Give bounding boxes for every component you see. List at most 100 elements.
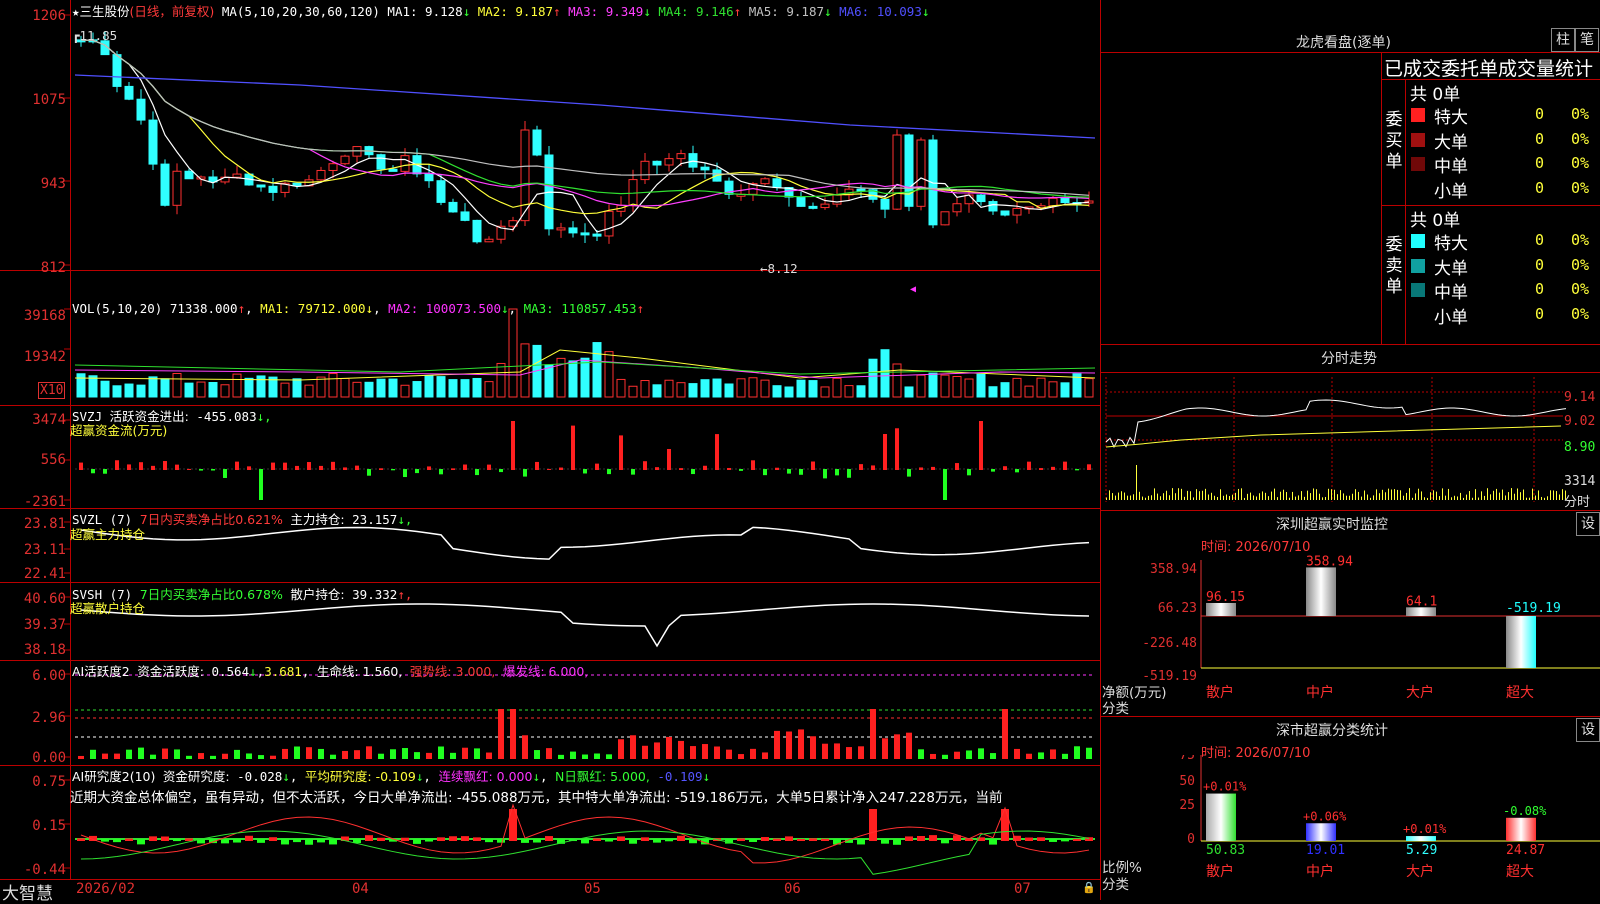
intraday-vol-bar	[1109, 490, 1110, 500]
intraday-tick: 9.02	[1564, 414, 1596, 429]
svsh-tick: 39.37	[23, 617, 66, 633]
volume-bar	[352, 381, 362, 398]
candle-body	[1060, 197, 1070, 204]
intraday-vol-bar	[1442, 488, 1443, 500]
volume-bar	[508, 308, 518, 398]
activity-bar	[150, 754, 156, 759]
intraday-vol-bar	[1295, 496, 1296, 500]
activity-bar	[522, 735, 528, 759]
volume-bar	[76, 373, 86, 398]
intraday-vol-bar	[1190, 491, 1191, 500]
candle-body	[436, 180, 446, 203]
ma-value: MA4: 9.146	[658, 4, 734, 19]
flow-bar	[259, 469, 263, 500]
intraday-vol-bar	[1394, 489, 1395, 500]
activity-bar	[366, 746, 372, 759]
activity-bar	[582, 754, 588, 759]
candle-body	[532, 129, 542, 156]
volume-bar	[112, 385, 122, 398]
svsh-line	[80, 603, 1090, 648]
flow-bar	[427, 466, 431, 470]
activity-bar	[462, 747, 468, 759]
volume-bar	[1036, 377, 1046, 398]
monitor-category: 中户	[1306, 684, 1334, 701]
intraday-vol-bar	[1418, 488, 1419, 500]
monitor-settings-button[interactable]: 设	[1576, 512, 1600, 536]
monitor-tick: 358.94	[1150, 562, 1197, 577]
ma-line	[80, 39, 1090, 198]
intraday-vol-bar	[1466, 494, 1467, 500]
flow-bar	[223, 469, 227, 478]
activity-bar	[942, 754, 948, 759]
sell-total: 共 0单	[1410, 211, 1461, 231]
intraday-vol-bar	[1151, 495, 1152, 500]
volume-bar	[400, 384, 410, 398]
research-bar	[677, 835, 685, 841]
intraday-vol-bar	[1181, 488, 1182, 500]
candle-body	[916, 139, 926, 207]
candle-body	[820, 203, 830, 209]
svzl-tick: 23.81	[23, 516, 66, 532]
high-price-label: ┏11.85	[72, 28, 118, 43]
ma-value: MA3: 9.349	[568, 4, 644, 19]
activity-bar	[426, 752, 432, 759]
classify-category: 中户	[1306, 863, 1334, 880]
intraday-vol-bar	[1289, 497, 1290, 500]
volume-bar	[868, 358, 878, 398]
candle-body	[940, 211, 950, 226]
candle-body	[808, 205, 818, 209]
candle-body	[424, 173, 434, 182]
intraday-vol-bar	[1355, 489, 1356, 500]
research-bar	[281, 839, 289, 845]
flow-bar	[163, 461, 167, 470]
research-bar	[893, 839, 901, 845]
candle-body	[160, 163, 170, 206]
volume-bar	[688, 383, 698, 398]
flow-bar	[187, 468, 191, 470]
research-bar	[377, 837, 385, 841]
classify-settings-button[interactable]: 设	[1576, 718, 1600, 742]
intraday-vol-bar	[1304, 496, 1305, 500]
ma-value: MA1: 9.128	[387, 4, 463, 19]
ma-line	[80, 39, 1090, 207]
flow-bar	[79, 462, 83, 470]
vol-tick: 39168	[23, 308, 66, 324]
buy-total: 共 0单	[1410, 85, 1461, 105]
monitor-bar-value: -519.19	[1506, 601, 1561, 616]
candle-body	[340, 155, 350, 165]
lock-icon[interactable]: 🔒	[1082, 881, 1096, 894]
activity-bar	[570, 751, 576, 759]
chart-mode[interactable]: (日线，前复权)	[130, 4, 215, 19]
research-bar	[533, 839, 541, 843]
research-bar	[545, 836, 553, 841]
dragon-header: 已成交委托单成交量统计	[1384, 58, 1594, 80]
intraday-vol-bar	[1511, 488, 1512, 500]
activity-bar	[1038, 752, 1044, 759]
candle-body	[904, 134, 914, 207]
intraday-vol-bar	[1406, 492, 1407, 500]
order-count: 0	[1535, 178, 1545, 197]
research-bar	[737, 838, 745, 841]
activity-bar	[822, 743, 828, 759]
order-count: 0	[1535, 105, 1545, 123]
intraday-vol-bar	[1187, 490, 1188, 500]
intraday-vol-bar	[1487, 488, 1488, 500]
order-type: 特大	[1434, 234, 1468, 254]
activity-bar	[414, 752, 420, 759]
ma-arrow: ↓	[921, 4, 930, 19]
tick-view-button[interactable]: 笔	[1575, 28, 1599, 52]
volume-bar	[988, 386, 998, 398]
order-pct: 0%	[1571, 255, 1590, 274]
divider	[1101, 716, 1600, 717]
intraday-vol-bar	[1256, 496, 1257, 500]
bar-view-button[interactable]: 柱	[1551, 28, 1575, 52]
monitor-xlabel: 分类	[1102, 701, 1129, 717]
flow-bar	[103, 469, 107, 474]
star-icon[interactable]: ★	[72, 4, 80, 19]
research-bar	[413, 839, 421, 844]
candle-body	[172, 170, 182, 206]
flow-bar	[1003, 466, 1007, 470]
research-bar	[77, 838, 85, 841]
intraday-vol-bar	[1163, 493, 1164, 500]
flow-bar	[175, 464, 179, 470]
